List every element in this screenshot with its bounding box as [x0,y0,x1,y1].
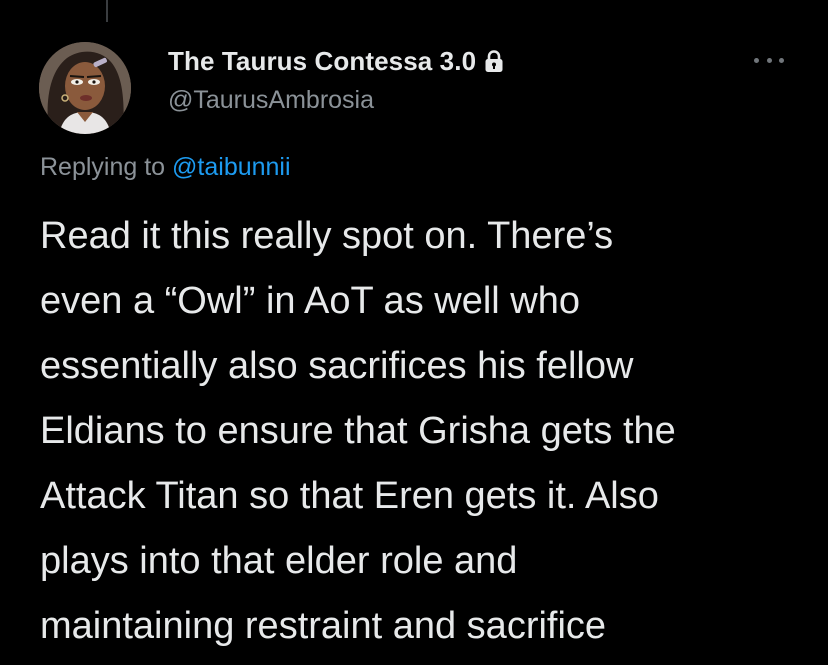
tweet-text-line: Attack Titan so that Eren gets it. Also [40,475,659,517]
thread-connector-line [106,0,108,22]
author-name-row[interactable]: The Taurus Contessa 3.0 [168,45,505,77]
more-dot-icon [766,57,772,63]
reply-mention-link[interactable]: @taibunnii [172,153,291,181]
avatar[interactable] [39,42,131,134]
tweet-text: Read it this really spot on. There’s eve… [40,204,815,659]
tweet-text-line: Eldians to ensure that Grisha gets the [40,410,676,452]
replying-to: Replying to @taibunnii [40,153,291,182]
more-options-icon[interactable] [754,53,784,67]
tweet-text-line: essentially also sacrifices his fellow [40,345,634,387]
author-handle[interactable]: @TaurusAmbrosia [168,86,374,115]
replying-prefix: Replying to [40,153,166,181]
tweet-text-line: maintaining restraint and sacrifice [40,605,607,647]
tweet-text-line: Read it this really spot on. There’s [40,215,614,257]
more-dot-icon [779,57,784,63]
tweet-text-line: even a “Owl” in AoT as well who [40,280,580,322]
tweet-text-line: plays into that elder role and [40,540,518,582]
lock-icon [483,49,505,73]
avatar-illustration-icon [39,42,131,134]
more-dot-icon [754,57,759,63]
display-name[interactable]: The Taurus Contessa 3.0 [168,46,476,77]
